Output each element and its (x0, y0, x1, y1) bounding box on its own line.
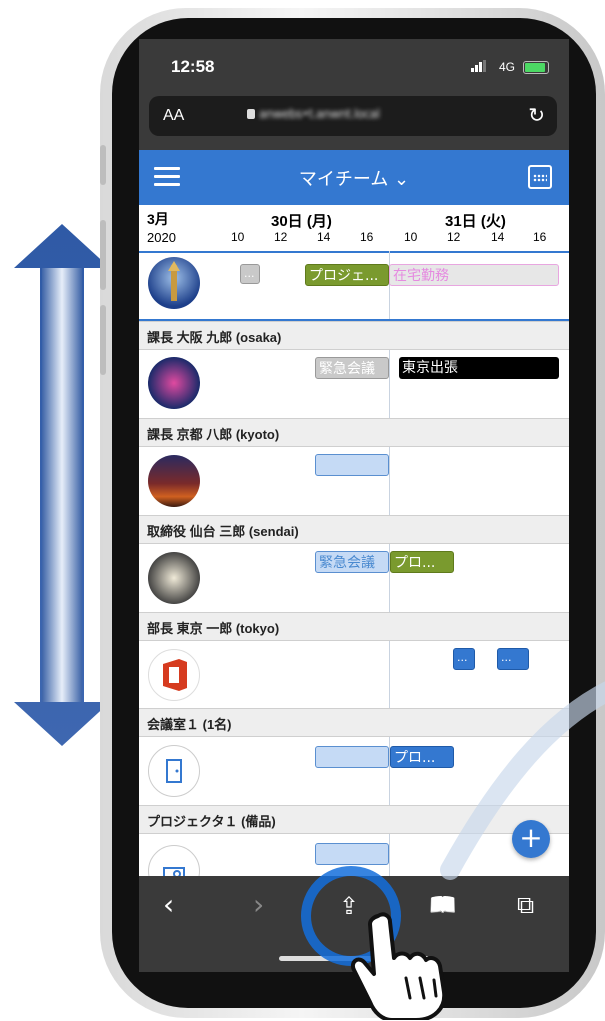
event-block[interactable]: ... (497, 648, 529, 670)
avatar[interactable] (148, 455, 200, 507)
event-block[interactable]: 緊急会議 (315, 551, 389, 573)
hour-label: 12 (274, 230, 288, 244)
avatar[interactable] (148, 257, 200, 309)
tabs-icon[interactable]: ⧉ (517, 891, 534, 919)
event-block[interactable]: プロ... (390, 551, 454, 573)
day-header: 30日 (月) (271, 213, 332, 230)
event-block[interactable] (315, 746, 389, 768)
hour-label: 10 (404, 230, 418, 244)
hour-label: 14 (491, 230, 505, 244)
row-header: 課長 大阪 九郎 (osaka) (139, 321, 569, 350)
avatar[interactable] (148, 649, 200, 701)
row-header: 課長 京都 八郎 (kyoto) (139, 418, 569, 447)
text-size-button[interactable]: AA (163, 107, 184, 125)
row-header: 部長 東京 一郎 (tokyo) (139, 612, 569, 641)
door-icon[interactable] (148, 745, 200, 797)
hour-label: 16 (360, 230, 374, 244)
battery-icon (523, 61, 549, 74)
hour-label: 16 (533, 230, 547, 244)
back-button[interactable]: ‹ (163, 888, 174, 921)
event-block[interactable] (315, 454, 389, 476)
event-block[interactable] (315, 843, 389, 865)
scroll-arrow-icon (14, 224, 110, 746)
member-name: 取締役 仙台 三郎 (sendai) (147, 524, 299, 539)
member-name: 課長 大阪 九郎 (osaka) (147, 330, 282, 345)
reload-icon[interactable]: ↻ (528, 103, 545, 127)
avatar[interactable] (148, 552, 200, 604)
year-label: 2020 (147, 230, 176, 245)
calendar-header: 3月 2020 30日 (月) 31日 (火) 10 12 14 16 10 1… (139, 205, 569, 253)
hour-label: 12 (447, 230, 461, 244)
month-label: 3月 (147, 211, 169, 227)
calendar-icon[interactable] (528, 165, 552, 189)
pointing-hand-icon (351, 912, 447, 1020)
member-name: 課長 京都 八郎 (kyoto) (147, 427, 280, 442)
phone-volume-down (100, 305, 106, 375)
row-header: 取締役 仙台 三郎 (sendai) (139, 515, 569, 544)
signal-icon (471, 60, 487, 72)
status-time: 12:58 (171, 57, 215, 76)
day-header: 31日 (火) (445, 213, 506, 230)
event-block[interactable]: 在宅勤務 (389, 264, 559, 286)
browser-chrome: AA anwebs•t.anwnt.local ↻ (139, 89, 569, 150)
event-block[interactable]: 緊急会議 (315, 357, 389, 379)
member-name: 部長 東京 一郎 (tokyo) (147, 621, 280, 636)
phone-mute-switch (100, 145, 106, 185)
app-header: マイチーム ⌄ (139, 150, 569, 205)
hour-label: 14 (317, 230, 331, 244)
event-block[interactable]: ... (240, 264, 260, 284)
event-block[interactable]: 東京出張 (399, 357, 559, 379)
status-bar: 12:58 4G (139, 39, 569, 89)
hour-label: 10 (231, 230, 245, 244)
event-block[interactable]: プロジェ... (305, 264, 389, 286)
avatar[interactable] (148, 357, 200, 409)
lock-icon (247, 109, 255, 119)
address-bar[interactable]: AA anwebs•t.anwnt.local ↻ (149, 96, 557, 136)
add-event-button[interactable]: + (512, 820, 550, 858)
forward-button[interactable]: › (253, 888, 264, 921)
member-name: 会議室１ (1名) (147, 717, 232, 732)
network-type: 4G (498, 60, 515, 74)
member-name: プロジェクタ１ (備品) (147, 814, 276, 829)
team-selector[interactable]: マイチーム ⌄ (139, 165, 569, 191)
url-text: anwebs•t.anwnt.local (259, 107, 380, 121)
event-block[interactable]: ... (453, 648, 475, 670)
phone-volume-up (100, 220, 106, 290)
